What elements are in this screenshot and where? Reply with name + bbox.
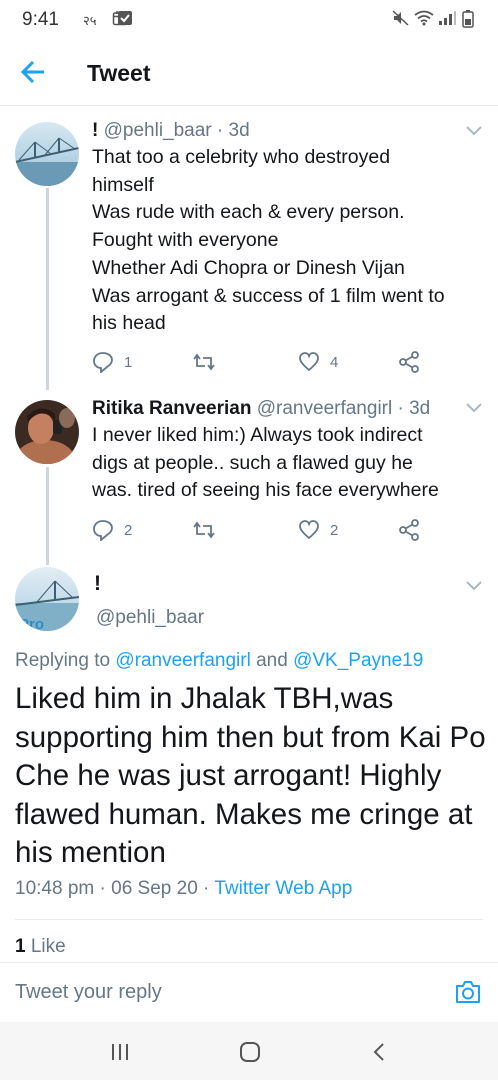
tweet-text-line: his head — [92, 312, 166, 335]
reply-button[interactable]: 1 — [92, 350, 132, 374]
mention-link[interactable]: @VK_Payne19 — [293, 650, 423, 671]
tweet-header: Ritika Ranveerian @ranveerfangirl · 3d — [92, 398, 482, 420]
chevron-down-icon[interactable] — [465, 402, 483, 414]
chevron-down-icon[interactable] — [465, 580, 483, 592]
avatar[interactable] — [15, 400, 79, 464]
reply-icon — [93, 352, 113, 373]
avatar-image — [15, 400, 79, 464]
status-extra-text: २५ — [83, 13, 97, 28]
page-title: Tweet — [87, 60, 151, 86]
tweet-actions: 1 4 — [92, 350, 432, 374]
reply-icon — [93, 520, 113, 541]
heart-icon — [299, 520, 319, 540]
avatar-image — [15, 122, 79, 186]
meta-separator: · — [203, 878, 210, 899]
share-icon — [399, 351, 419, 373]
arrow-left-icon[interactable] — [18, 56, 50, 88]
reply-input[interactable]: Tweet your reply — [15, 981, 162, 1004]
tweet-text-line: himself — [92, 173, 154, 196]
tweet-text: I never liked him:) Always took indirect… — [92, 422, 482, 505]
author-handle[interactable]: @pehli_baar — [104, 120, 212, 141]
meta-separator: · — [99, 878, 106, 899]
tweet[interactable]: Ritika Ranveerian @ranveerfangirl · 3d I… — [92, 398, 482, 505]
back-icon[interactable] — [368, 1040, 392, 1064]
recent-apps-icon[interactable] — [108, 1040, 132, 1064]
tweet-text-line: Fought with everyone — [92, 229, 279, 252]
tweet[interactable]: ! @pehli_baar · 3d That too a celebrity … — [92, 120, 482, 338]
divider — [15, 919, 483, 920]
heart-icon — [299, 352, 319, 372]
author-handle[interactable]: @ranveerfangirl — [257, 398, 392, 419]
check-square-icon — [118, 11, 132, 25]
reply-button[interactable]: 2 — [92, 518, 132, 542]
tweet-text-line: was. tired of seeing his face everywhere — [92, 479, 439, 502]
retweet-button[interactable] — [192, 518, 226, 542]
tweet-text-line: That too a celebrity who destroyed — [92, 146, 391, 168]
chevron-down-icon[interactable] — [465, 125, 483, 137]
share-button[interactable] — [398, 518, 420, 542]
retweet-button[interactable] — [192, 350, 226, 374]
home-icon[interactable] — [238, 1040, 262, 1064]
reply-count: 2 — [124, 521, 133, 539]
tweet-time: · 3d — [216, 120, 250, 141]
avatar[interactable]: Pro — [15, 567, 79, 631]
share-icon — [399, 519, 419, 541]
like-button[interactable]: 2 — [298, 518, 338, 542]
camera-icon[interactable] — [454, 979, 482, 1005]
avatar[interactable] — [15, 122, 79, 186]
reply-bar: Tweet your reply — [0, 962, 498, 1022]
tweet-text-line: Was arrogant & success of 1 film went to — [92, 284, 445, 307]
author-handle[interactable]: @pehli_baar — [96, 607, 204, 629]
tweet-timestamp: 10:48 pm — [15, 878, 95, 899]
tweet-header: ! @pehli_baar · 3d — [92, 120, 482, 142]
tweet-date: 06 Sep 20 — [111, 878, 198, 899]
share-button[interactable] — [398, 350, 420, 374]
tweet-text: That too a celebrity who destroyed himse… — [92, 144, 482, 338]
reply-count: 1 — [124, 353, 133, 371]
tweet-text-line: digs at people.. such a flawed guy he — [92, 451, 413, 474]
likes-summary[interactable]: 1 Like — [15, 936, 66, 958]
tweet-source-link[interactable]: Twitter Web App — [214, 878, 352, 899]
thread-line — [46, 188, 49, 390]
avatar-text: Pro — [19, 616, 44, 631]
retweet-icon — [193, 521, 215, 539]
battery-icon — [462, 10, 474, 28]
status-time: 9:41 — [22, 9, 59, 30]
tweet-text-line: I never liked him:) Always took indirect — [92, 424, 423, 446]
mute-icon — [392, 10, 409, 26]
mention-link[interactable]: @ranveerfangirl — [115, 650, 250, 671]
tweet-actions: 2 2 — [92, 518, 432, 542]
likes-count: 1 — [15, 936, 26, 957]
retweet-icon — [193, 353, 215, 371]
avatar-image: Pro — [15, 567, 79, 631]
replying-to: Replying to @ranveerfangirl and @VK_Payn… — [15, 650, 423, 672]
like-count: 2 — [330, 521, 339, 539]
author-name[interactable]: Ritika Ranveerian — [92, 398, 251, 419]
tweet-meta: 10:48 pm · 06 Sep 20 · Twitter Web App — [15, 878, 352, 900]
header: Tweet — [0, 38, 498, 106]
likes-label: Like — [30, 936, 66, 957]
main-tweet-text: Liked him in Jhalak TBH,was supporting h… — [15, 682, 486, 869]
tweet-text-line: Whether Adi Chopra or Dinesh Vijan — [92, 256, 405, 279]
author-name[interactable]: ! — [92, 120, 98, 141]
tweet-text-line: Was rude with each & every person. — [92, 201, 405, 224]
replying-and: and — [256, 650, 288, 671]
author-name[interactable]: ! — [94, 572, 101, 596]
wifi-icon — [414, 10, 434, 26]
system-nav-bar — [0, 1022, 498, 1080]
signal-icon — [439, 11, 456, 25]
thread-line — [46, 467, 49, 565]
replying-label: Replying to — [15, 650, 111, 671]
tweet-time: · 3d — [397, 398, 431, 419]
like-count: 4 — [330, 353, 339, 371]
like-button[interactable]: 4 — [298, 350, 338, 374]
status-bar: 9:41 २५ — [0, 0, 498, 38]
